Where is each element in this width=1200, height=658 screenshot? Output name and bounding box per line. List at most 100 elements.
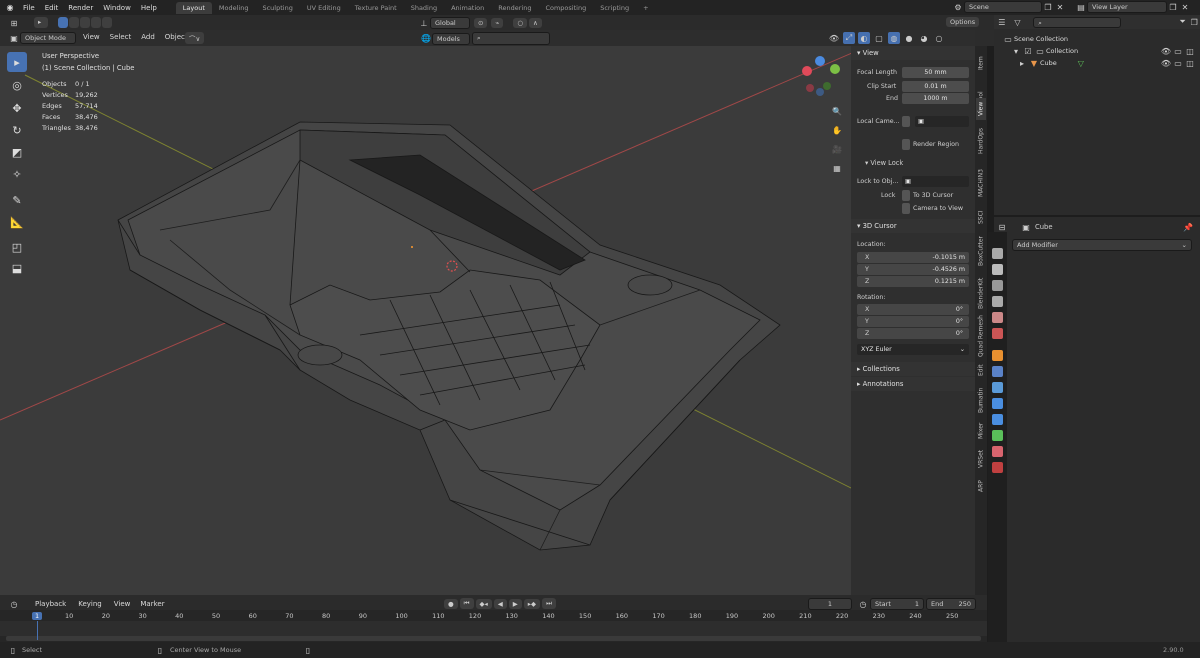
transform-scale-tool[interactable]: ⬓ [7, 258, 27, 278]
expand-icon[interactable]: ▾ [1010, 45, 1022, 57]
timeline-scrollbar[interactable] [6, 636, 981, 641]
select-box-modes[interactable] [58, 17, 112, 28]
gizmo-neg-y[interactable] [823, 82, 831, 90]
output-tab-icon[interactable] [992, 280, 1003, 291]
object-mode-dropdown[interactable]: Object Mode [20, 32, 76, 44]
render-tab-icon[interactable] [992, 264, 1003, 275]
constraints-tab-icon[interactable] [992, 414, 1003, 425]
cursor-location-x-field[interactable]: -0.1015 m [857, 252, 969, 263]
view-layer-selector[interactable]: ▤ View Layer ❐ ✕ [1075, 1, 1191, 13]
sidebar-tab-item[interactable]: Item [976, 48, 986, 78]
monitor-icon[interactable]: ▭ [1172, 45, 1184, 57]
sidebar-tab-machin3[interactable]: MACHIN3 [976, 162, 986, 204]
jump-start-icon[interactable]: ⏮ [459, 598, 474, 609]
focal-length-field[interactable]: 50 mm [902, 67, 969, 78]
play-reverse-icon[interactable]: ◀ [493, 598, 507, 609]
sidebar-tab-mixer[interactable]: Mixer [976, 420, 986, 442]
viewport-menu-select[interactable]: Select [105, 33, 137, 41]
scene-selector[interactable]: ⚙ Scene ❐ ✕ [952, 1, 1066, 13]
close-icon[interactable]: ✕ [1179, 1, 1191, 13]
zoom-icon[interactable]: 🔍 [831, 105, 843, 117]
visibility-icon[interactable]: 👁 [828, 32, 840, 44]
options-button[interactable]: Options [946, 17, 980, 27]
snap-icon[interactable]: ⌁ [491, 18, 504, 28]
viewport-canvas[interactable] [0, 30, 975, 595]
material-shading-icon[interactable]: ◕ [918, 32, 930, 44]
tab-texture-paint[interactable]: Texture Paint [348, 2, 404, 14]
cursor-location-y-field[interactable]: -0.4526 m [857, 264, 969, 275]
editor-type-icon[interactable]: ☰ [996, 16, 1008, 28]
grid-icon[interactable]: ▦ [831, 162, 843, 174]
outliner-collection-row[interactable]: ▾ ☑ ▭ Collection 👁 ▭ ◫ [1010, 45, 1196, 57]
select-mode-icon[interactable]: ▸ [34, 17, 48, 28]
material-tab-icon[interactable] [992, 446, 1003, 457]
clip-start-field[interactable]: 0.01 m [902, 81, 969, 92]
annotations-panel-header[interactable]: ▸ Annotations [851, 377, 975, 391]
mode-new-icon[interactable] [58, 17, 68, 28]
timeline-menu-playback[interactable]: Playback [30, 600, 71, 608]
sidebar-tab-edit[interactable]: Edit [976, 360, 986, 380]
sidebar-tab-quad-remesh[interactable]: Quad Remesh [976, 314, 986, 358]
mode-selector[interactable]: ▣ Object Mode [8, 32, 76, 44]
menu-file[interactable]: File [18, 4, 40, 12]
add-modifier-button[interactable]: Add Modifier ⌄ [1012, 239, 1192, 251]
jump-keyframe-forward-icon[interactable]: ▸◆ [523, 598, 541, 609]
pin-icon[interactable]: 📌 [1182, 221, 1194, 233]
current-frame-field[interactable]: 1 [808, 598, 852, 610]
cursor-rotation-y-field[interactable]: 0° [857, 316, 969, 327]
scale-tool[interactable]: ◩ [7, 142, 27, 162]
local-camera-checkbox[interactable] [902, 116, 910, 127]
tab-layout[interactable]: Layout [175, 1, 212, 14]
tab-sculpting[interactable]: Sculpting [255, 2, 299, 14]
jump-keyframe-back-icon[interactable]: ◆◂ [475, 598, 492, 609]
gizmo-x[interactable] [802, 66, 812, 76]
select-box-tool[interactable]: ▸ [7, 52, 27, 72]
copy-icon[interactable]: ❐ [1042, 1, 1054, 13]
timeline-menu-view[interactable]: View [109, 600, 136, 608]
collections-panel-header[interactable]: ▸ Collections [851, 362, 975, 376]
3d-viewport[interactable]: User Perspective (1) Scene Collection | … [0, 30, 975, 595]
gizmo-z[interactable] [815, 56, 825, 66]
new-collection-icon[interactable]: ❐ [1188, 16, 1200, 28]
scene-name-field[interactable]: Scene [964, 1, 1042, 13]
end-frame-field[interactable]: End 250 [926, 598, 976, 610]
cursor-rotation-x-field[interactable]: 0° [857, 304, 969, 315]
sidebar-tab-hardops[interactable]: HardOps [976, 122, 986, 160]
proportional-icon[interactable]: ○ [513, 18, 528, 28]
tab-uv-editing[interactable]: UV Editing [300, 2, 348, 14]
data-tab-icon[interactable] [992, 430, 1003, 441]
tab-animation[interactable]: Animation [444, 2, 491, 14]
add-workspace-button[interactable]: + [636, 2, 655, 14]
blender-logo-icon[interactable]: ◉ [4, 2, 16, 14]
eye-icon[interactable]: 👁 [1160, 57, 1172, 69]
view-panel-header[interactable]: ▾ View [851, 46, 975, 60]
eye-icon[interactable]: 👁 [1160, 45, 1172, 57]
particles-tab-icon[interactable] [992, 382, 1003, 393]
tab-rendering[interactable]: Rendering [491, 2, 538, 14]
camera-icon[interactable]: 🎥 [831, 143, 843, 155]
camera-render-icon[interactable]: ◫ [1184, 45, 1196, 57]
outliner-search-field[interactable]: ⌕ [1033, 16, 1121, 28]
monitor-icon[interactable]: ▭ [1172, 57, 1184, 69]
display-mode-icon[interactable]: ▽ [1012, 16, 1024, 28]
viewport-menu-view[interactable]: View [78, 33, 105, 41]
wireframe-shading-icon[interactable]: ◍ [888, 32, 900, 44]
transform-orientation[interactable]: ⊥ Global ⊙ ⌁ ○ ∧ [418, 17, 542, 29]
add-cube-tool[interactable]: ◰ [7, 237, 27, 257]
editor-type-icon[interactable]: ⊞ [8, 17, 20, 29]
solid-shading-icon[interactable]: ● [903, 32, 915, 44]
object-tab-icon[interactable] [992, 350, 1003, 361]
jump-end-icon[interactable]: ⏭ [542, 598, 556, 609]
view-layer-tab-icon[interactable] [992, 296, 1003, 307]
sidebar-tab-ssci[interactable]: SSCI [976, 206, 986, 228]
camera-to-view-checkbox[interactable] [902, 203, 910, 214]
tab-modeling[interactable]: Modeling [212, 2, 256, 14]
lock-to-object-field[interactable]: ▣ [902, 176, 969, 187]
sidebar-tab-arp[interactable]: ARP [976, 476, 986, 496]
sidebar-tab-bumatin[interactable]: Bumatin [976, 382, 986, 418]
timeline-menu-marker[interactable]: Marker [135, 600, 169, 608]
pivot-icon[interactable]: ⊙ [474, 18, 488, 28]
xray-icon[interactable]: ▢ [873, 32, 885, 44]
mode-subtract-icon[interactable] [80, 17, 90, 28]
cursor-rotation-z-field[interactable]: 0° [857, 328, 969, 339]
